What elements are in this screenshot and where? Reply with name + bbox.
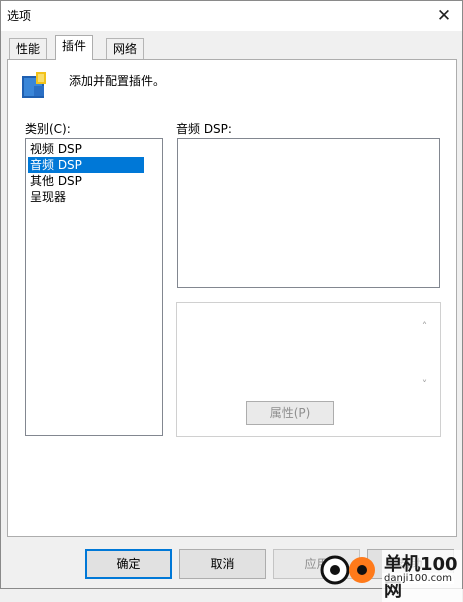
plugins-tab-panel: 添加并配置插件。 类别(C): 视频 DSP 音频 DSP 其他 DSP 呈现器… bbox=[7, 59, 457, 537]
chevron-down-icon[interactable]: ˅ bbox=[416, 376, 433, 393]
category-label: 类别(C): bbox=[25, 122, 71, 136]
list-item-video-dsp[interactable]: 视频 DSP bbox=[28, 141, 144, 157]
window-title: 选项 bbox=[7, 9, 32, 23]
properties-button[interactable]: 属性(P) bbox=[246, 401, 334, 425]
config-panel: ˄ ˅ 属性(P) bbox=[177, 303, 440, 436]
page-description: 添加并配置插件。 bbox=[69, 74, 166, 88]
tab-plugins[interactable]: 插件 bbox=[55, 35, 94, 60]
tab-network[interactable]: 网络 bbox=[106, 38, 145, 60]
category-list[interactable]: 视频 DSP 音频 DSP 其他 DSP 呈现器 bbox=[25, 138, 163, 436]
config-scrollbar[interactable]: ˄ ˅ bbox=[416, 318, 433, 393]
tab-performance[interactable]: 性能 bbox=[9, 38, 48, 60]
options-dialog: 选项 ✕ 性能 插件 网络 添加并配置插件。 类别(C): 视频 DSP 音频 … bbox=[0, 0, 463, 602]
ok-button[interactable]: 确定 bbox=[85, 549, 172, 579]
list-item-renderer[interactable]: 呈现器 bbox=[28, 189, 144, 205]
list-item-audio-dsp[interactable]: 音频 DSP bbox=[28, 157, 144, 173]
watermark-logo-icon bbox=[320, 555, 375, 585]
cancel-button[interactable]: 取消 bbox=[179, 549, 266, 579]
plugin-icon bbox=[22, 72, 46, 98]
title-bar: 选项 ✕ bbox=[1, 1, 462, 31]
chevron-up-icon[interactable]: ˄ bbox=[416, 318, 433, 335]
watermark-url: danji100.com bbox=[382, 573, 454, 584]
close-icon[interactable]: ✕ bbox=[432, 4, 456, 28]
plugin-config-area: ˄ ˅ 属性(P) bbox=[176, 302, 441, 437]
dsp-plugin-list[interactable] bbox=[177, 138, 440, 288]
dsp-list-label: 音频 DSP: bbox=[176, 122, 232, 136]
list-item-other-dsp[interactable]: 其他 DSP bbox=[28, 173, 144, 189]
